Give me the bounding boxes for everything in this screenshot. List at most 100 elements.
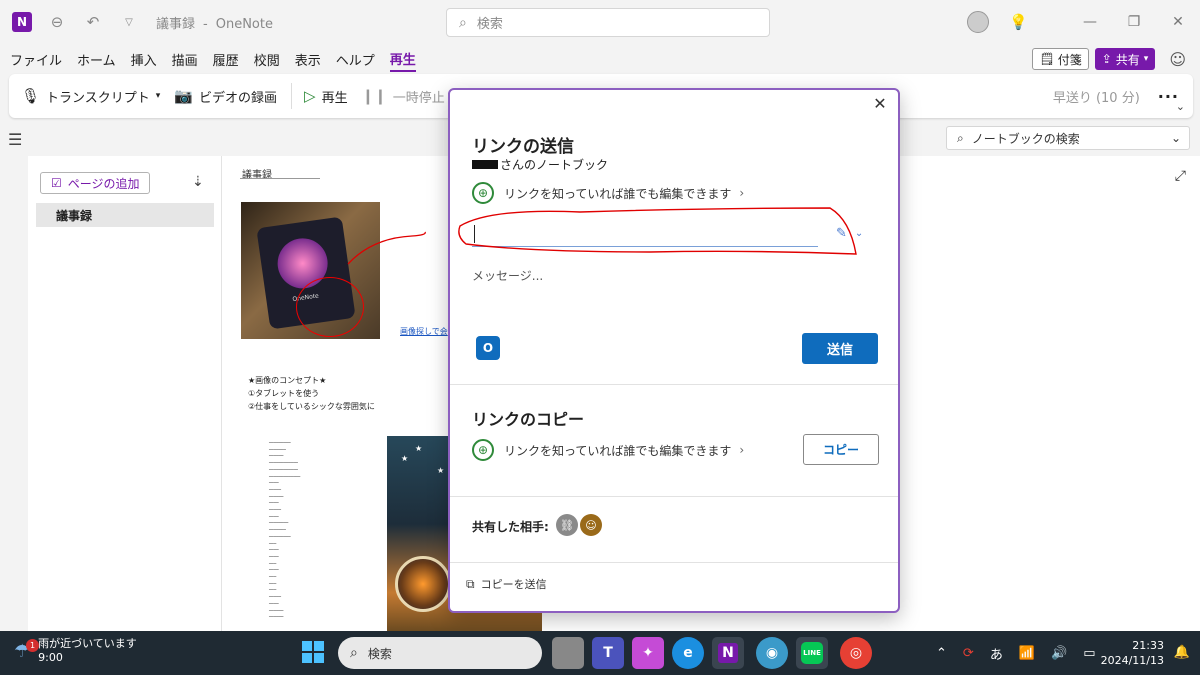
file-explorer-icon[interactable] bbox=[552, 637, 584, 669]
recipient-tools[interactable]: ✎ ⌄ bbox=[836, 226, 863, 241]
notification-bell-icon[interactable]: 🔔 bbox=[1174, 645, 1190, 660]
message-input[interactable]: メッセージ... bbox=[472, 267, 543, 284]
add-page-button[interactable]: ☑ ページの追加 bbox=[40, 172, 150, 194]
minimize-icon[interactable]: — bbox=[1068, 14, 1112, 30]
owner-suffix: さんのノートブック bbox=[500, 158, 609, 172]
send-button[interactable]: 送信 bbox=[802, 333, 878, 364]
concept-notes[interactable]: ★画像のコンセプト★ ①タブレットを使う ②仕事をしているシックな雰囲気に bbox=[248, 374, 375, 413]
sync-status-icon[interactable]: ⟳ bbox=[963, 646, 974, 661]
recipient-email-input[interactable] bbox=[472, 223, 818, 247]
notebook-search-input[interactable]: ⌕ ノートブックの検索 ⌄ bbox=[946, 126, 1190, 150]
account-avatar-icon[interactable] bbox=[967, 11, 990, 33]
chevron-up-icon[interactable]: ⌃ bbox=[936, 646, 947, 661]
close-icon[interactable]: ✕ bbox=[870, 94, 890, 114]
text-cursor bbox=[474, 225, 475, 243]
link-permission-setting[interactable]: ⊕ リンクを知っていれば誰でも編集できます › bbox=[472, 182, 744, 204]
search-icon: ⌕ bbox=[459, 14, 467, 31]
quick-access-dropdown-icon[interactable]: ▽ bbox=[118, 11, 140, 33]
windows-start-icon[interactable] bbox=[302, 641, 324, 663]
sticky-notes-button[interactable]: 🗒 付箋 bbox=[1032, 48, 1089, 70]
weather-text-block: 雨が近づいています 9:00 bbox=[38, 637, 137, 665]
menu-insert[interactable]: 挿入 bbox=[131, 50, 157, 71]
battery-icon[interactable]: ▭ bbox=[1083, 646, 1095, 661]
page-item[interactable]: 議事録 bbox=[36, 203, 214, 227]
person-avatar-icon[interactable]: ☺ bbox=[580, 514, 602, 536]
copilot-icon[interactable]: ✦ bbox=[632, 637, 664, 669]
chevron-down-icon: ▾ bbox=[155, 91, 161, 101]
globe-app-icon[interactable]: ◉ bbox=[756, 637, 788, 669]
chevron-down-icon: ⌄ bbox=[1170, 131, 1181, 145]
menu-history[interactable]: 履歴 bbox=[213, 50, 239, 71]
video-record-button[interactable]: 📷 ビデオの録画 bbox=[174, 87, 277, 106]
copy-button[interactable]: コピー bbox=[803, 434, 879, 465]
menu-file[interactable]: ファイル bbox=[10, 50, 62, 71]
concept-line: ★画像のコンセプト★ bbox=[248, 376, 327, 385]
chevron-down-icon[interactable]: ⌄ bbox=[855, 228, 863, 239]
weather-widget[interactable]: ☂ 1 雨が近づいています 9:00 bbox=[14, 637, 137, 665]
taskbar-search-placeholder: 検索 bbox=[367, 646, 392, 661]
section-divider bbox=[450, 384, 898, 385]
share-icon: ⇪ bbox=[1101, 52, 1112, 66]
fast-forward-label[interactable]: 早送り (10 分) bbox=[1053, 87, 1140, 106]
image-link[interactable]: 画像探しで会 bbox=[400, 326, 448, 337]
chevron-right-icon: › bbox=[739, 186, 745, 200]
lightbulb-icon[interactable]: 💡 bbox=[1009, 13, 1028, 31]
edge-browser-icon[interactable]: e bbox=[672, 637, 704, 669]
share-dialog: ✕ リンクの送信 さんのノートブック ⊕ リンクを知っていれば誰でも編集できます… bbox=[448, 88, 900, 613]
search-icon: ⌕ bbox=[957, 130, 964, 145]
global-search-input[interactable]: ⌕ 検索 bbox=[446, 8, 770, 37]
pause-button[interactable]: ❙❙ 一時停止 bbox=[362, 87, 445, 106]
small-text-list[interactable]: ━━━━━━━━━ ━━━━━━━ ━━━━━━ ━━━━━━━━━━━━ ━━━━━━… bbox=[269, 440, 300, 621]
shared-with-label: 共有した相手: bbox=[472, 520, 549, 534]
transcript-icon: 🎙 bbox=[21, 87, 41, 105]
hamburger-menu-icon[interactable]: ☰ bbox=[8, 130, 22, 149]
sort-icon[interactable]: ⇣ bbox=[192, 174, 204, 190]
send-copy-button[interactable]: ⧉ コピーを送信 bbox=[466, 576, 547, 592]
feedback-icon[interactable]: ☺ bbox=[1169, 50, 1186, 69]
transcript-button[interactable]: 🎙 トランスクリプト ▾ bbox=[21, 87, 160, 106]
taskbar-search-input[interactable]: ⌕ 検索 bbox=[338, 637, 542, 669]
menu-draw[interactable]: 描画 bbox=[172, 50, 198, 71]
video-record-label: ビデオの録画 bbox=[199, 90, 278, 106]
menu-bar: ファイル ホーム 挿入 描画 履歴 校閲 表示 ヘルプ 再生 🗒 付箋 ⇪ 共有 ▾ … bbox=[0, 48, 1200, 72]
wifi-icon[interactable]: 📶 bbox=[1019, 646, 1035, 661]
onenote-taskbar-icon[interactable]: N bbox=[712, 637, 744, 669]
pen-icon[interactable]: ✎ bbox=[836, 226, 847, 241]
campfire-photo bbox=[395, 556, 451, 612]
ribbon-collapse-icon[interactable]: ⌄ bbox=[1176, 100, 1185, 113]
menu-home[interactable]: ホーム bbox=[77, 50, 116, 71]
play-button[interactable]: ▷ 再生 bbox=[304, 87, 348, 106]
clock[interactable]: 21:33 2024/11/13 bbox=[1101, 638, 1164, 668]
link-share-icon[interactable]: ⛓ bbox=[556, 514, 578, 536]
outlook-icon[interactable]: O bbox=[476, 336, 500, 360]
menu-help[interactable]: ヘルプ bbox=[336, 50, 375, 71]
volume-icon[interactable]: 🔊 bbox=[1051, 646, 1067, 661]
menu-review[interactable]: 校閲 bbox=[254, 50, 280, 71]
red-ink-stroke[interactable] bbox=[222, 156, 462, 276]
title-right-controls: 💡 — ❐ ✕ bbox=[967, 0, 1200, 44]
back-icon[interactable]: ⊖ bbox=[46, 11, 68, 33]
line-app-icon[interactable]: LINE bbox=[796, 637, 828, 669]
red-ink-circle[interactable] bbox=[296, 277, 364, 337]
menu-playback[interactable]: 再生 bbox=[389, 49, 416, 72]
restore-icon[interactable]: ❐ bbox=[1112, 14, 1156, 30]
undo-icon[interactable]: ↶ bbox=[82, 11, 104, 33]
copy-link-permission-setting[interactable]: ⊕ リンクを知っていれば誰でも編集できます › bbox=[472, 439, 744, 461]
copy-link-title: リンクのコピー bbox=[472, 410, 585, 429]
send-link-title: リンクの送信 bbox=[472, 137, 574, 157]
add-page-icon: ☑ bbox=[51, 176, 62, 190]
expand-icon[interactable]: ⤢ bbox=[1175, 168, 1186, 184]
share-button[interactable]: ⇪ 共有 ▾ bbox=[1094, 48, 1156, 70]
notebook-search-label: ノートブックの検索 bbox=[971, 131, 1080, 146]
ribbon-right: 早送り (10 分) ··· bbox=[1053, 74, 1179, 118]
chevron-down-icon: ▾ bbox=[1143, 54, 1149, 64]
star-icon: ★ bbox=[437, 466, 445, 475]
permission-text: リンクを知っていれば誰でも編集できます bbox=[504, 443, 732, 458]
chrome-browser-icon[interactable]: ◎ bbox=[840, 637, 872, 669]
ime-indicator[interactable]: あ bbox=[990, 644, 1003, 663]
menu-view[interactable]: 表示 bbox=[295, 50, 321, 71]
globe-icon: ⊕ bbox=[472, 439, 494, 461]
teams-icon[interactable]: T bbox=[592, 637, 624, 669]
sticky-notes-label: 付箋 bbox=[1057, 52, 1082, 67]
close-window-icon[interactable]: ✕ bbox=[1156, 14, 1200, 30]
